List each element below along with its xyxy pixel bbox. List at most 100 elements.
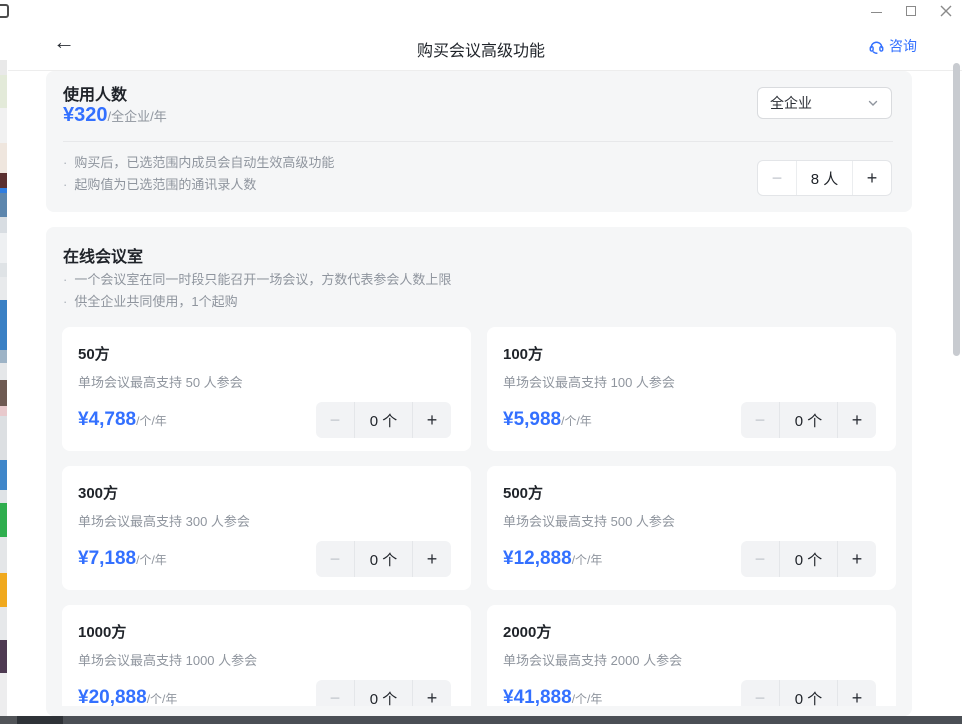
background-thumbnail — [0, 75, 7, 108]
usage-section: 使用人数 ¥320 /全企业/年 全企业 · 购买后，已选范围内成员会自动生效高… — [46, 71, 912, 212]
room-decrease-button[interactable]: − — [741, 680, 779, 716]
room-size-label: 50方 — [78, 343, 455, 364]
room-price: ¥12,888 /个/年 — [503, 548, 602, 570]
room-decrease-button[interactable]: − — [316, 541, 354, 577]
background-thumbnail — [0, 108, 7, 143]
purchase-dialog-window: ← 购买会议高级功能 咨询 使用人数 ¥320 /全企业/年 全企业 · 购买后… — [0, 0, 962, 724]
room-card: 50方 单场会议最高支持 50 人参会 ¥4,788 /个/年 − 0 个 + — [62, 327, 471, 451]
room-card: 2000方 单场会议最高支持 2000 人参会 ¥41,888 /个/年 − 0… — [487, 605, 896, 716]
room-decrease-button[interactable]: − — [316, 680, 354, 716]
background-thumbnail — [0, 263, 7, 277]
room-increase-button[interactable]: + — [413, 680, 451, 716]
room-capacity-desc: 单场会议最高支持 500 人参会 — [503, 511, 880, 530]
window-edge-segment — [63, 716, 962, 724]
room-size-label: 2000方 — [503, 621, 880, 642]
usage-price-unit: /全企业/年 — [108, 106, 167, 125]
room-increase-button[interactable]: + — [838, 680, 876, 716]
background-thumbnail — [0, 607, 7, 640]
room-size-label: 100方 — [503, 343, 880, 364]
scrollbar-thumb[interactable] — [953, 63, 960, 356]
room-card-bottom: ¥5,988 /个/年 − 0 个 + — [503, 402, 876, 438]
rooms-section-title: 在线会议室 — [63, 243, 143, 267]
background-thumbnail — [0, 173, 7, 188]
room-capacity-desc: 单场会议最高支持 100 人参会 — [503, 372, 880, 391]
room-price-amount: ¥41,888 — [503, 687, 572, 709]
room-count-stepper: − 0 个 + — [316, 402, 451, 438]
room-price-amount: ¥5,988 — [503, 409, 561, 431]
headset-icon — [868, 38, 885, 55]
room-capacity-desc: 单场会议最高支持 50 人参会 — [78, 372, 455, 391]
room-price-amount: ¥4,788 — [78, 409, 136, 431]
background-thumbnail — [0, 193, 7, 217]
room-decrease-button[interactable]: − — [741, 541, 779, 577]
room-count-stepper: − 0 个 + — [741, 680, 876, 716]
background-thumbnail — [0, 503, 7, 537]
close-button[interactable] — [932, 0, 960, 22]
background-thumbnail — [0, 460, 7, 490]
background-thumbnail — [0, 573, 7, 607]
room-increase-button[interactable]: + — [838, 402, 876, 438]
room-increase-button[interactable]: + — [413, 541, 451, 577]
bullet-icon: · — [63, 174, 67, 196]
maximize-button[interactable] — [897, 0, 925, 22]
room-capacity-desc: 单场会议最高支持 300 人参会 — [78, 511, 455, 530]
room-count-value: 0 个 — [355, 549, 412, 570]
room-decrease-button[interactable]: − — [741, 402, 779, 438]
background-thumbnail — [0, 60, 7, 75]
room-count-value: 0 个 — [780, 410, 837, 431]
background-thumbnail — [0, 277, 7, 300]
room-price-unit: /个/年 — [136, 551, 167, 568]
room-size-label: 500方 — [503, 482, 880, 503]
room-increase-button[interactable]: + — [838, 541, 876, 577]
consult-button[interactable]: 咨询 — [868, 36, 917, 56]
room-card-bottom: ¥12,888 /个/年 − 0 个 + — [503, 541, 876, 577]
scope-dropdown[interactable]: 全企业 — [757, 87, 892, 119]
room-count-stepper: − 0 个 + — [741, 402, 876, 438]
background-thumbnail — [0, 233, 7, 263]
background-window-strip — [0, 0, 7, 716]
room-size-label: 300方 — [78, 482, 455, 503]
usage-divider — [63, 141, 893, 142]
rooms-note-text: 供全企业共同使用，1个起购 — [74, 291, 237, 313]
scope-dropdown-value: 全企业 — [770, 93, 812, 113]
seat-count-stepper: − 8 人 + — [757, 160, 892, 196]
room-price-amount: ¥20,888 — [78, 687, 147, 709]
background-thumbnail — [0, 380, 7, 406]
bullet-icon: · — [63, 269, 67, 291]
room-count-value: 0 个 — [355, 410, 412, 431]
room-price: ¥20,888 /个/年 — [78, 687, 177, 709]
background-thumbnail — [0, 363, 7, 380]
room-card-bottom: ¥20,888 /个/年 − 0 个 + — [78, 680, 451, 716]
background-thumbnail — [0, 300, 7, 350]
rooms-note-text: 一个会议室在同一时段只能召开一场会议，方数代表参会人数上限 — [74, 269, 451, 291]
room-price: ¥7,188 /个/年 — [78, 548, 167, 570]
window-bottom-edge — [0, 716, 962, 724]
room-count-stepper: − 0 个 + — [741, 541, 876, 577]
window-edge-segment — [17, 716, 63, 724]
usage-section-title: 使用人数 — [63, 81, 127, 105]
minimize-button[interactable] — [862, 0, 890, 22]
room-price-unit: /个/年 — [147, 690, 178, 707]
usage-notes: · 购买后，已选范围内成员会自动生效高级功能 · 起购值为已选范围的通讯录人数 — [63, 152, 334, 196]
consult-label: 咨询 — [889, 36, 917, 56]
room-card: 300方 单场会议最高支持 300 人参会 ¥7,188 /个/年 − 0 个 … — [62, 466, 471, 590]
seat-increase-button[interactable]: + — [853, 161, 891, 195]
bullet-icon: · — [63, 291, 67, 313]
usage-note: · 购买后，已选范围内成员会自动生效高级功能 — [63, 152, 334, 174]
room-count-value: 0 个 — [355, 688, 412, 709]
background-thumbnail — [0, 217, 7, 233]
room-card-bottom: ¥4,788 /个/年 − 0 个 + — [78, 402, 451, 438]
room-capacity-desc: 单场会议最高支持 2000 人参会 — [503, 650, 880, 669]
room-decrease-button[interactable]: − — [316, 402, 354, 438]
page-title: 购买会议高级功能 — [0, 37, 962, 61]
usage-price: ¥320 /全企业/年 — [63, 104, 167, 127]
room-card: 1000方 单场会议最高支持 1000 人参会 ¥20,888 /个/年 − 0… — [62, 605, 471, 716]
usage-price-amount: ¥320 — [63, 104, 108, 127]
room-price-amount: ¥12,888 — [503, 548, 572, 570]
close-icon — [940, 5, 952, 17]
seat-decrease-button[interactable]: − — [758, 161, 796, 195]
chevron-down-icon — [867, 97, 879, 109]
room-increase-button[interactable]: + — [413, 402, 451, 438]
room-price-unit: /个/年 — [136, 412, 167, 429]
background-thumbnail — [0, 537, 7, 573]
